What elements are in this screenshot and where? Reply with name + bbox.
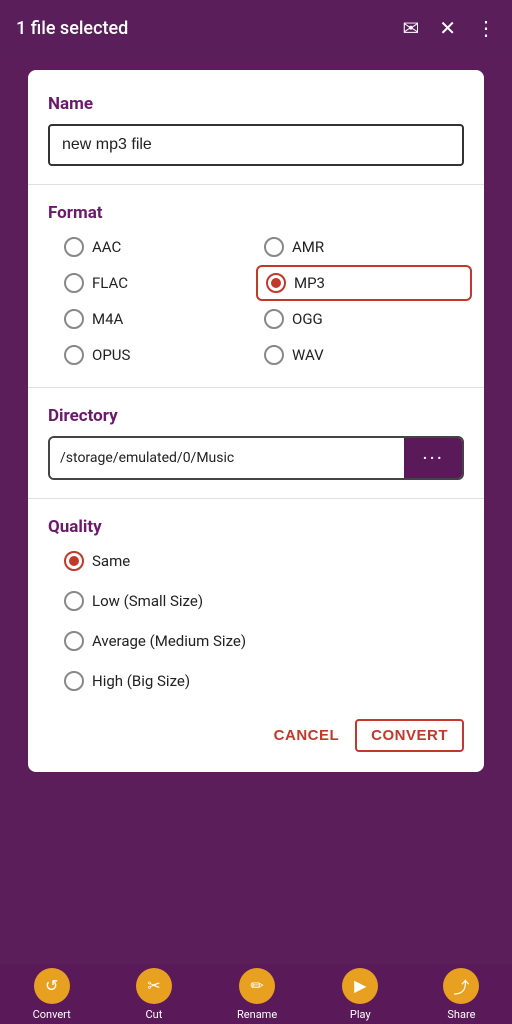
toolbar-cut-label: Cut <box>145 1008 162 1021</box>
format-option-flac[interactable]: FLAC <box>64 269 264 297</box>
more-icon[interactable]: ⋮ <box>476 16 496 40</box>
convert-dialog: Name Format AAC AMR FLAC MP3 <box>28 70 484 772</box>
toolbar-share[interactable]: ⤴ Share <box>443 968 479 1021</box>
format-section: Format AAC AMR FLAC MP3 <box>48 203 464 369</box>
name-input[interactable] <box>48 124 464 166</box>
format-label-wav: WAV <box>292 346 324 364</box>
radio-opus <box>64 345 84 365</box>
radio-amr <box>264 237 284 257</box>
format-option-m4a[interactable]: M4A <box>64 305 264 333</box>
share-icon: ⤴ <box>443 968 479 1004</box>
format-label-aac: AAC <box>92 238 121 256</box>
quality-section-label: Quality <box>48 517 464 537</box>
toolbar-play-label: Play <box>350 1008 371 1021</box>
cancel-button[interactable]: CANCEL <box>274 727 340 744</box>
toolbar-play[interactable]: ▶ Play <box>342 968 378 1021</box>
quality-label-high: High (Big Size) <box>92 672 190 690</box>
rename-icon: ✏ <box>239 968 275 1004</box>
top-bar-actions: ✉ ✕ ⋮ <box>402 16 496 40</box>
format-option-amr[interactable]: AMR <box>264 233 464 261</box>
radio-mp3 <box>266 273 286 293</box>
format-label-flac: FLAC <box>92 274 128 292</box>
toolbar-share-label: Share <box>447 1008 475 1021</box>
browse-dots-icon: ··· <box>422 446 444 470</box>
divider-2 <box>28 387 484 388</box>
quality-option-average[interactable]: Average (Medium Size) <box>64 627 464 655</box>
quality-options-list: Same Low (Small Size) Average (Medium Si… <box>48 547 464 695</box>
quality-option-low[interactable]: Low (Small Size) <box>64 587 464 615</box>
directory-path-display: /storage/emulated/0/Music <box>50 438 404 478</box>
format-option-wav[interactable]: WAV <box>264 341 464 369</box>
quality-option-same[interactable]: Same <box>64 547 464 575</box>
convert-icon: ↺ <box>34 968 70 1004</box>
directory-browse-button[interactable]: ··· <box>404 438 462 478</box>
quality-label-average: Average (Medium Size) <box>92 632 246 650</box>
format-label-ogg: OGG <box>292 310 323 328</box>
quality-section: Quality Same Low (Small Size) Average (M… <box>48 517 464 695</box>
play-icon: ▶ <box>342 968 378 1004</box>
divider-1 <box>28 184 484 185</box>
format-option-aac[interactable]: AAC <box>64 233 264 261</box>
quality-option-high[interactable]: High (Big Size) <box>64 667 464 695</box>
radio-quality-same <box>64 551 84 571</box>
email-icon[interactable]: ✉ <box>402 16 419 40</box>
radio-quality-low <box>64 591 84 611</box>
toolbar-convert-label: Convert <box>33 1008 71 1021</box>
name-section-label: Name <box>48 94 464 114</box>
format-option-opus[interactable]: OPUS <box>64 341 264 369</box>
directory-section: Directory /storage/emulated/0/Music ··· <box>48 406 464 480</box>
radio-aac <box>64 237 84 257</box>
radio-ogg <box>264 309 284 329</box>
directory-section-label: Directory <box>48 406 464 426</box>
toolbar-convert[interactable]: ↺ Convert <box>33 968 71 1021</box>
cut-icon: ✂ <box>136 968 172 1004</box>
format-options-grid: AAC AMR FLAC MP3 M4A <box>48 233 464 369</box>
divider-3 <box>28 498 484 499</box>
convert-button[interactable]: CONVERT <box>355 719 464 752</box>
quality-label-same: Same <box>92 552 130 570</box>
format-label-opus: OPUS <box>92 346 130 364</box>
bottom-toolbar: ↺ Convert ✂ Cut ✏ Rename ▶ Play ⤴ Share <box>0 964 512 1024</box>
radio-m4a <box>64 309 84 329</box>
top-bar: 1 file selected ✉ ✕ ⋮ <box>0 0 512 56</box>
format-label-m4a: M4A <box>92 310 123 328</box>
directory-input-row: /storage/emulated/0/Music ··· <box>48 436 464 480</box>
toolbar-rename[interactable]: ✏ Rename <box>237 968 277 1021</box>
radio-flac <box>64 273 84 293</box>
toolbar-rename-label: Rename <box>237 1008 277 1021</box>
format-label-mp3: MP3 <box>294 274 325 292</box>
top-bar-title: 1 file selected <box>16 18 128 39</box>
toolbar-cut[interactable]: ✂ Cut <box>136 968 172 1021</box>
quality-label-low: Low (Small Size) <box>92 592 203 610</box>
radio-wav <box>264 345 284 365</box>
radio-quality-high <box>64 671 84 691</box>
format-section-label: Format <box>48 203 464 223</box>
close-icon[interactable]: ✕ <box>439 16 456 40</box>
format-option-mp3[interactable]: MP3 <box>256 265 472 301</box>
format-label-amr: AMR <box>292 238 324 256</box>
format-option-ogg[interactable]: OGG <box>264 305 464 333</box>
radio-quality-average <box>64 631 84 651</box>
action-buttons-row: CANCEL CONVERT <box>48 719 464 752</box>
